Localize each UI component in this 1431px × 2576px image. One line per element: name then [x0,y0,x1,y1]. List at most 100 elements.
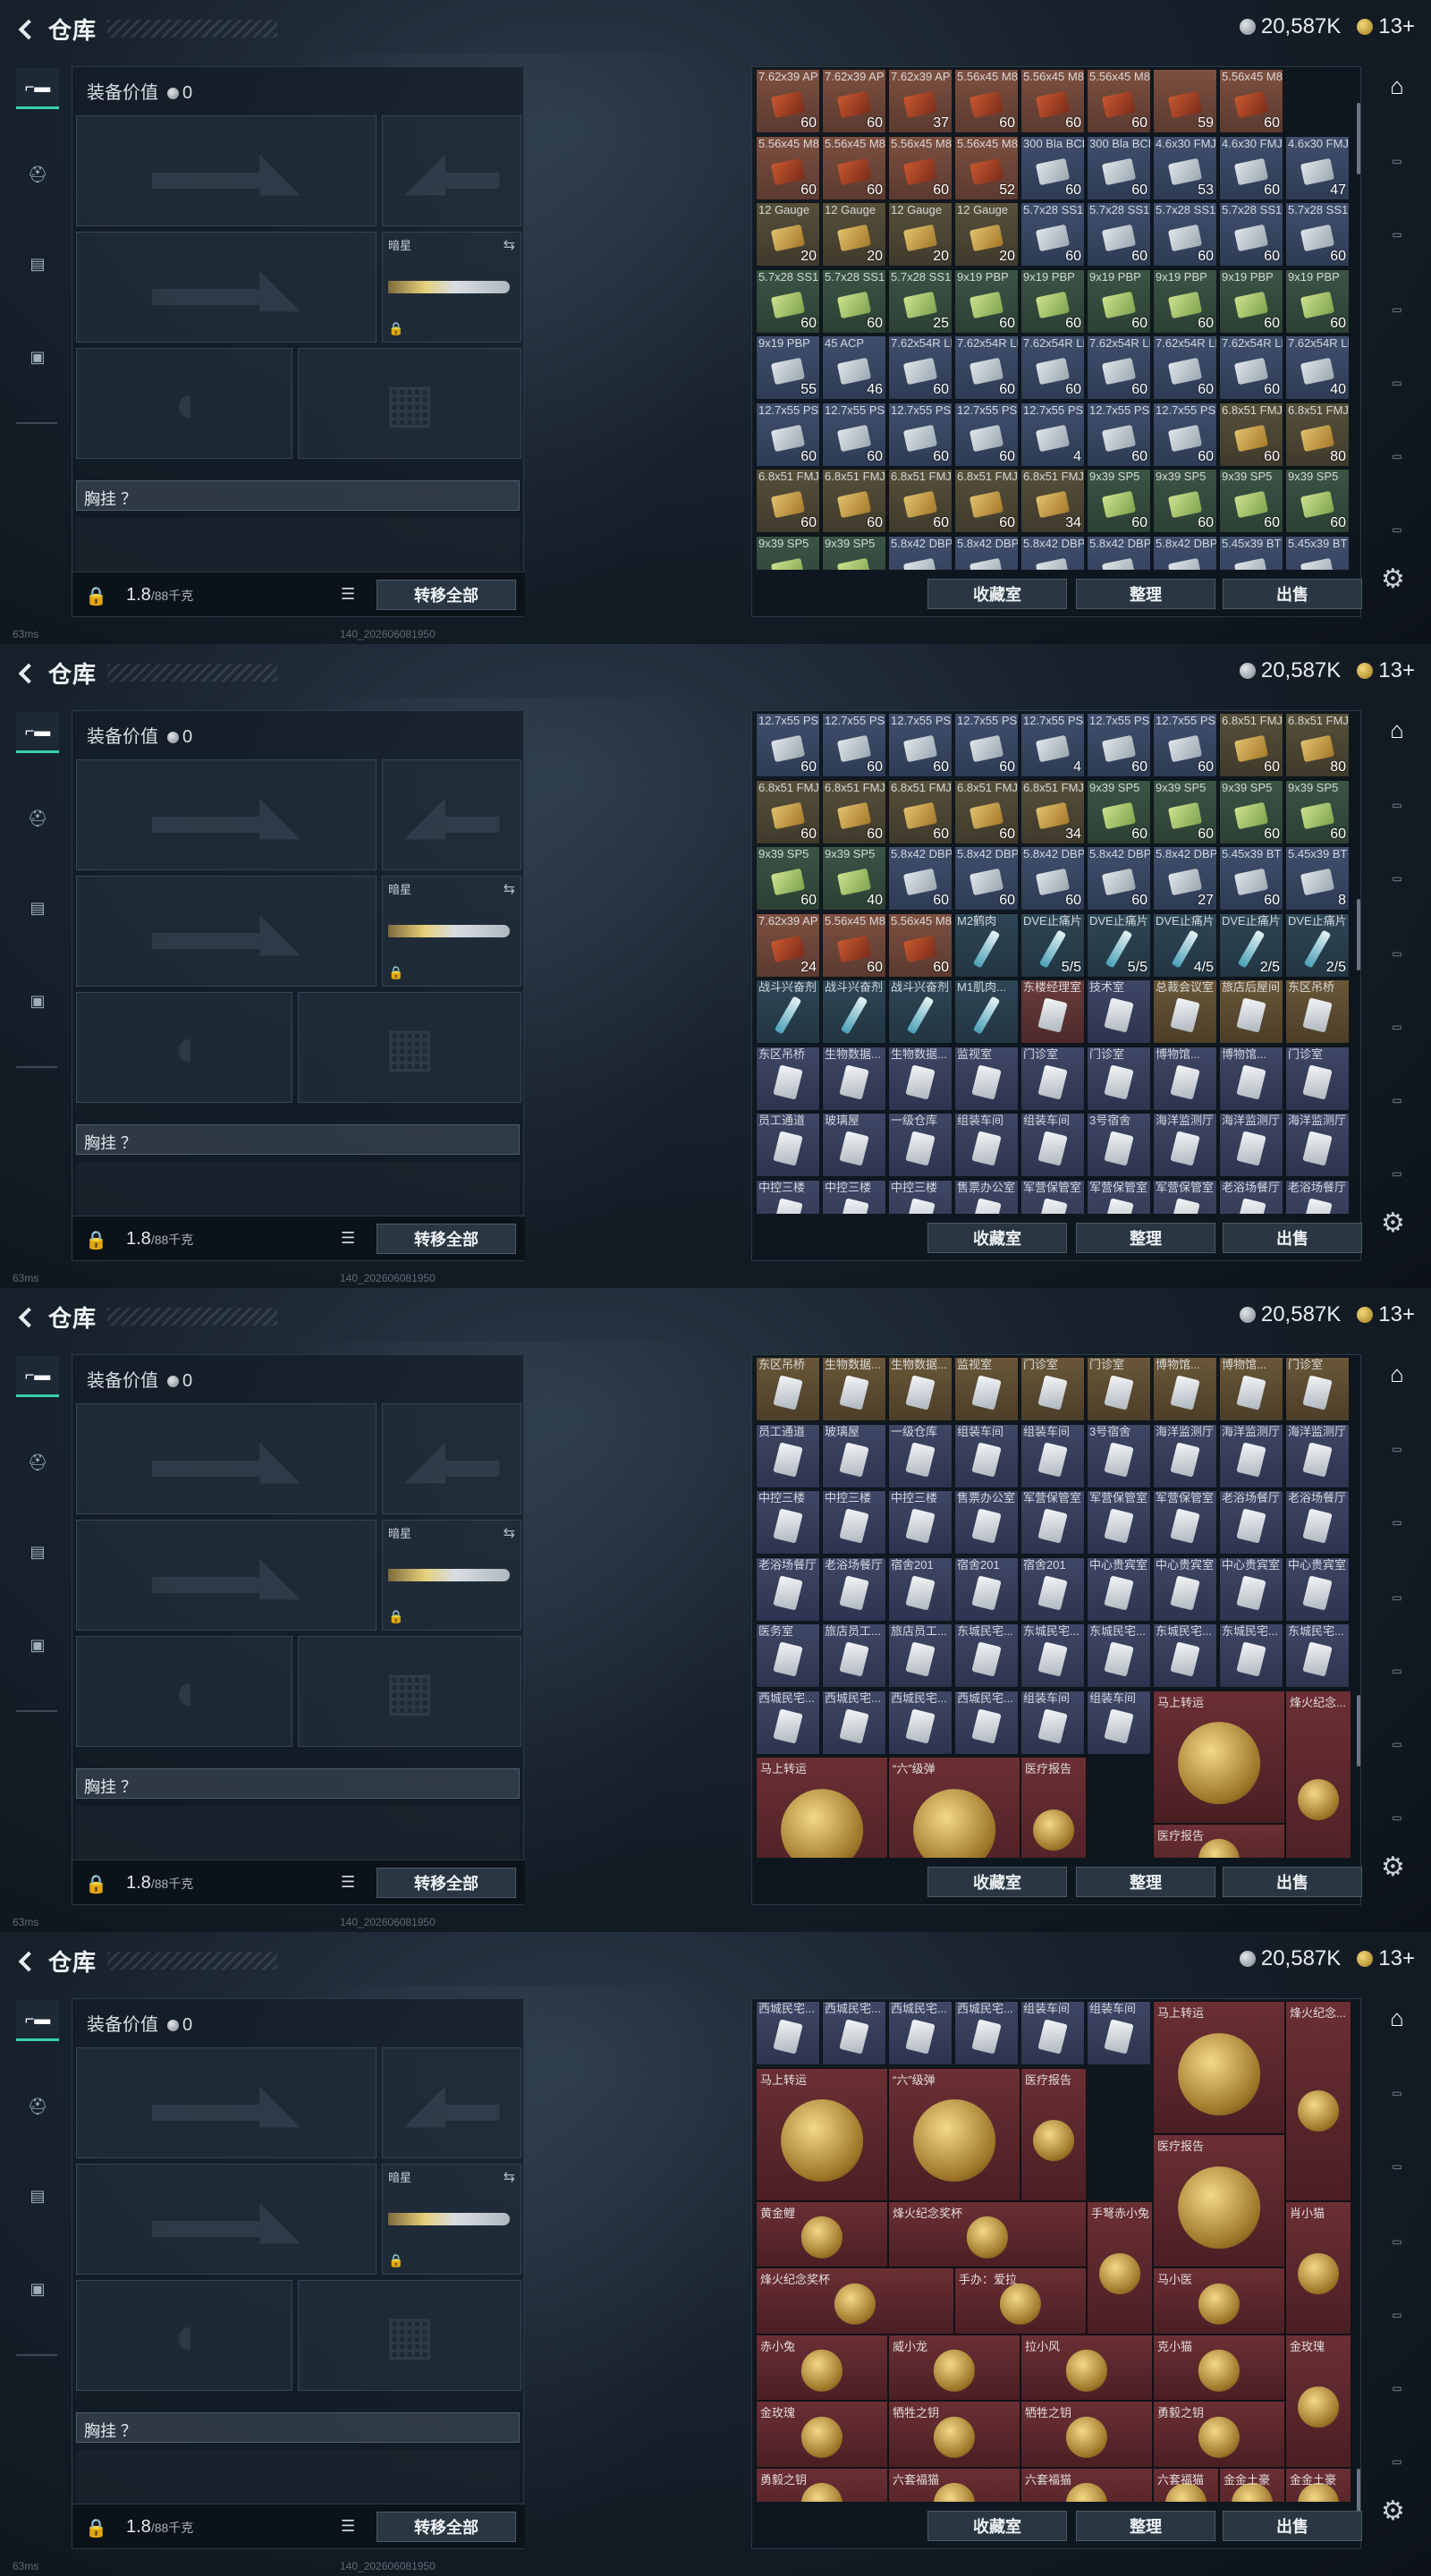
storage-item[interactable]: 5.8x42 DBP10 60 [1087,846,1151,911]
storage-item[interactable]: 12 Gauge 20 [822,202,886,267]
gun-icon[interactable]: ⌐▬ [16,1356,59,1397]
storage-item[interactable]: 12.7x55 PS12A 60 [822,713,886,777]
storage-item-large[interactable]: 克小猫 [1153,2334,1285,2401]
helmet-icon[interactable]: ⛑ [16,154,59,195]
sort-button[interactable]: 整理 [1076,1223,1215,1253]
chest-rig-slot[interactable]: 胸挂 ？ [76,2412,520,2443]
storage-item-large[interactable]: 拉小风 [1020,2334,1153,2401]
storage-item[interactable]: 6.8x51 FMJ 60 [1219,713,1283,777]
storage-item[interactable]: 3号宿舍 [1087,1113,1151,1177]
storage-item[interactable]: 6.8x51 FMJ 34 [1020,469,1085,533]
swap-icon[interactable]: ⇆ [504,880,515,898]
storage-item[interactable]: 博物馆... [1153,1357,1217,1421]
primary-weapon-slot[interactable]: ▬▬◣ [76,759,377,870]
melee-slot[interactable]: 暗星 ⇆ 🔒 [382,1520,521,1631]
collection-button[interactable]: 收藏室 [927,1867,1067,1897]
storage-item[interactable]: 西城民宅... [756,2001,820,2065]
secondary-weapon-slot[interactable]: ▬▬◣ [76,1520,377,1631]
case-tab-icon[interactable]: ▭ [1377,2222,1417,2261]
list-icon[interactable]: ☰ [341,585,355,604]
storage-item-large[interactable]: 六套福猫 [888,2467,1020,2502]
storage-item[interactable]: 6.8x51 FMJ 80 [1285,402,1350,467]
briefcase-icon[interactable]: ▣ [16,336,59,377]
storage-item-large[interactable]: 六套福猫 [1153,2467,1219,2502]
storage-item[interactable]: M1肌肉... [954,979,1019,1044]
storage-item[interactable]: 5.8x42 DBP10 60 [1020,846,1085,911]
list-icon[interactable]: ☰ [341,1873,355,1892]
storage-item[interactable]: 7.62x54R LPS 60 [1153,335,1217,400]
briefcase-icon[interactable]: ▣ [16,2268,59,2309]
storage-item[interactable]: 组装车间 [1087,1690,1151,1755]
storage-item[interactable]: 博物馆... [1219,1357,1283,1421]
storage-item[interactable]: 5.8x42 DBP10 [954,535,1019,570]
storage-item-large[interactable]: 烽火纪念... [1285,2001,1351,2201]
storage-item[interactable]: 中心贵宾室 [1087,1556,1151,1622]
sell-button[interactable]: 出售 [1223,1867,1362,1897]
storage-item-large[interactable]: 勇毅之钥 [1153,2401,1285,2468]
storage-item[interactable]: 西城民宅... [756,1690,820,1755]
storage-item[interactable]: 9x39 SP5 60 [1285,469,1350,533]
case-tab-icon[interactable]: ▭ [1377,2073,1417,2113]
storage-item[interactable]: 组装车间 [1020,1423,1085,1488]
case-tab-icon[interactable]: ▭ [1377,290,1417,329]
storage-item[interactable]: 组装车间 [1020,1690,1085,1755]
storage-item[interactable]: 9x39 SP5 60 [1285,779,1350,844]
storage-item[interactable]: 6.8x51 FMJ 60 [822,469,886,533]
storage-item[interactable]: 组装车间 [954,1423,1019,1488]
transfer-all-button[interactable]: 转移全部 [377,580,516,610]
helmet-icon[interactable]: ⛑ [16,1442,59,1483]
storage-item[interactable]: 博物馆... [1219,1046,1283,1111]
storage-item[interactable]: 9x39 SP5 [756,535,820,570]
storage-item[interactable]: M2鹤肉 [954,912,1019,978]
storage-item[interactable]: 组装车间 [954,1113,1019,1177]
pistol-slot[interactable]: ◢▬ [382,1403,521,1514]
gear-icon[interactable]: ⚙ [1381,564,1405,595]
storage-item[interactable]: 战斗兴奋剂 [822,979,886,1044]
storage-item[interactable]: 中控三楼 [822,1490,886,1555]
storage-item[interactable]: 5.56x45 M855 60 [822,135,886,200]
case-tab-icon[interactable]: ▭ [1377,2442,1417,2481]
storage-item-large[interactable]: 牺牲之钥 [1020,2401,1153,2468]
storage-item[interactable]: 中心贵宾室 [1285,1556,1350,1622]
warehouse-icon[interactable]: ⌂ [1377,1998,1417,2038]
back-arrow-icon[interactable] [16,1307,36,1326]
sort-button[interactable]: 整理 [1076,2511,1215,2541]
secondary-weapon-slot[interactable]: ▬▬◣ [76,876,377,987]
storage-item[interactable]: 东城民宅... [1219,1623,1283,1688]
storage-item[interactable]: 东城民宅... [954,1623,1019,1688]
case-tab-icon[interactable]: ▭ [1377,1503,1417,1542]
storage-item[interactable]: 战斗兴奋剂 [756,979,820,1044]
storage-item[interactable]: 玻璃屋 [822,1423,886,1488]
storage-item[interactable]: 军营保管室 [1020,1490,1085,1555]
storage-item[interactable]: 12.7x55 PS12A 60 [954,713,1019,777]
storage-item[interactable]: 东区吊桥 [756,1357,820,1421]
collection-button[interactable]: 收藏室 [927,1223,1067,1253]
storage-item-large[interactable]: 威小龙 [888,2334,1020,2401]
storage-item[interactable]: 博物馆... [1153,1046,1217,1111]
case-tab-icon[interactable]: ▭ [1377,1080,1417,1120]
storage-item[interactable]: 7.62x39 AP 24 [756,912,820,978]
storage-item-large[interactable]: 勇毅之钥 [756,2467,888,2502]
storage-item-large[interactable]: 马上转运 [1153,2001,1285,2134]
storage-item[interactable]: 9x39 SP5 60 [1153,469,1217,533]
storage-item[interactable]: 宿舍201 [1020,1556,1085,1622]
storage-item[interactable]: 6.8x51 FMJ 60 [1219,402,1283,467]
storage-item[interactable]: 中控三楼 [888,1490,953,1555]
storage-item-large[interactable]: 医疗报告 [1153,1823,1285,1858]
storage-item[interactable]: 医务室 [756,1623,820,1688]
storage-item[interactable]: 5.7x28 SS190 25 [888,268,953,334]
back-arrow-icon[interactable] [16,663,36,682]
storage-item[interactable]: 5.56x45 M855 60 [888,135,953,200]
storage-item[interactable]: 6.8x51 FMJ 60 [822,779,886,844]
case-tab-icon[interactable]: ▭ [1377,1578,1417,1617]
storage-item[interactable]: 军营保管室 [1020,1179,1085,1214]
storage-item[interactable]: 9x19 PBP 60 [1285,268,1350,334]
case-tab-icon[interactable]: ▭ [1377,510,1417,549]
storage-item[interactable]: 300 Bla BCP FMJ 60 [1087,135,1151,200]
storage-item-large[interactable]: 肖小猫 [1285,2200,1351,2334]
case-tab-icon[interactable]: ▭ [1377,1798,1417,1837]
storage-item-large[interactable]: 医疗报告 [1020,1757,1087,1858]
storage-item[interactable]: 宿舍201 [888,1556,953,1622]
storage-item[interactable]: 6.8x51 FMJ 60 [954,779,1019,844]
storage-item-large[interactable]: 马小医 [1153,2267,1285,2334]
